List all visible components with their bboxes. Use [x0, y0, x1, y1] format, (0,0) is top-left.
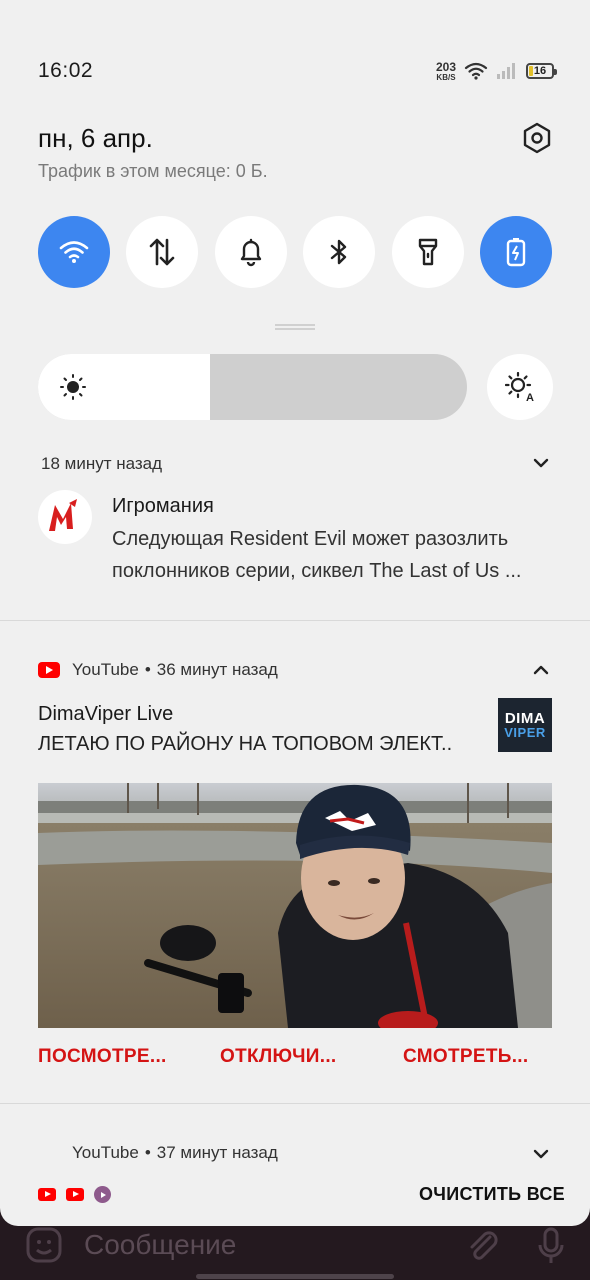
data-usage-text[interactable]: Трафик в этом месяце: 0 Б. — [38, 161, 268, 182]
bell-icon — [240, 238, 261, 267]
youtube-icon — [66, 1188, 84, 1201]
battery-icon — [506, 238, 526, 267]
channel-thumbnail-line: VIPER — [504, 725, 546, 740]
flashlight-toggle[interactable] — [391, 216, 464, 288]
svg-text:A: A — [526, 392, 534, 402]
bluetooth-toggle[interactable] — [303, 216, 376, 288]
data-arrows-icon — [150, 238, 175, 266]
notification-time: 18 минут назад — [41, 454, 163, 473]
status-bar: 16:02 203 KB/S 16 — [38, 58, 557, 84]
more-notification-icons — [38, 1186, 111, 1203]
clear-all-button[interactable]: ОЧИСТИТЬ ВСЕ — [419, 1184, 565, 1205]
chevron-up-icon[interactable] — [533, 664, 549, 676]
youtube-notification-header[interactable]: YouTube • 37 минут назад — [72, 1143, 278, 1163]
wifi-icon — [59, 241, 89, 263]
igromania-app-icon — [38, 490, 92, 544]
attach-icon[interactable] — [462, 1225, 502, 1265]
settings-icon[interactable] — [522, 122, 552, 154]
chevron-down-icon[interactable] — [533, 1148, 549, 1160]
battery-icon: 16 — [526, 63, 557, 79]
clock: 16:02 — [38, 59, 94, 82]
auto-brightness-button[interactable]: A — [487, 354, 553, 420]
notification-time: 36 минут назад — [156, 660, 278, 679]
channel-thumbnail-line: DIMA — [504, 710, 546, 727]
network-speed-unit: KB/S — [436, 72, 456, 82]
video-preview-image[interactable] — [38, 783, 552, 1028]
bluetooth-icon — [330, 239, 347, 265]
media-player-icon — [94, 1186, 111, 1203]
separator-dot: • — [144, 660, 151, 679]
brightness-slider[interactable] — [38, 354, 467, 420]
separator-dot: • — [144, 1143, 151, 1162]
notification-app-name: YouTube — [72, 1143, 139, 1162]
signal-icon — [497, 63, 515, 79]
notification-actions: ПОСМОТРЕ... ОТКЛЮЧИ... СМОТРЕТЬ... — [38, 1046, 552, 1068]
date: пн, 6 апр. — [38, 122, 153, 153]
notification-app-name: Игромания — [112, 495, 214, 517]
action-button-watch-later[interactable]: ПОСМОТРЕ... — [38, 1046, 220, 1068]
youtube-notification-header[interactable]: YouTube • 36 минут назад — [38, 660, 278, 680]
flashlight-icon — [418, 238, 437, 266]
notification-time: 37 минут назад — [156, 1143, 278, 1162]
auto-brightness-icon: A — [505, 372, 534, 402]
message-input[interactable]: Сообщение — [84, 1229, 462, 1261]
wifi-icon — [464, 62, 488, 80]
action-button-disable[interactable]: ОТКЛЮЧИ... — [220, 1046, 403, 1068]
battery-saver-toggle[interactable] — [479, 216, 552, 288]
divider — [0, 620, 590, 621]
emoji-icon[interactable] — [24, 1225, 64, 1265]
network-speed-value: 203 — [435, 59, 456, 74]
youtube-icon — [38, 1188, 56, 1201]
notification-line: Следующая Resident Evil может разозлить — [112, 528, 509, 550]
divider — [0, 1103, 590, 1104]
battery-level: 16 — [533, 65, 547, 77]
chevron-down-icon[interactable] — [533, 457, 549, 469]
youtube-icon — [38, 662, 60, 678]
channel-thumbnail: DIMA VIPER — [498, 698, 552, 752]
quick-settings-tiles — [38, 216, 552, 288]
brightness-sun-icon — [60, 374, 86, 400]
wifi-toggle[interactable] — [38, 216, 110, 288]
drag-handle[interactable] — [275, 324, 315, 330]
microphone-icon[interactable] — [536, 1225, 566, 1265]
notification-title[interactable]: DimaViper Live — [38, 703, 173, 726]
sound-toggle[interactable] — [214, 216, 287, 288]
notification-line: поклонников серии, сиквел The Last of Us… — [112, 560, 522, 582]
notification-body[interactable]: Следующая Resident Evil может разозлить … — [112, 523, 558, 587]
notification-shade: 16:02 203 KB/S 16 пн, 6 апр. Трафик в эт… — [0, 0, 590, 1226]
home-indicator[interactable] — [196, 1274, 394, 1279]
notification-text[interactable]: ЛЕТАЮ ПО РАЙОНУ НА ТОПОВОМ ЭЛЕКТ.. — [38, 733, 452, 756]
action-button-watch[interactable]: СМОТРЕТЬ... — [403, 1046, 528, 1068]
network-speed: 203 KB/S — [436, 61, 456, 82]
mobile-data-toggle[interactable] — [126, 216, 199, 288]
notification-app-name: YouTube — [72, 660, 139, 679]
